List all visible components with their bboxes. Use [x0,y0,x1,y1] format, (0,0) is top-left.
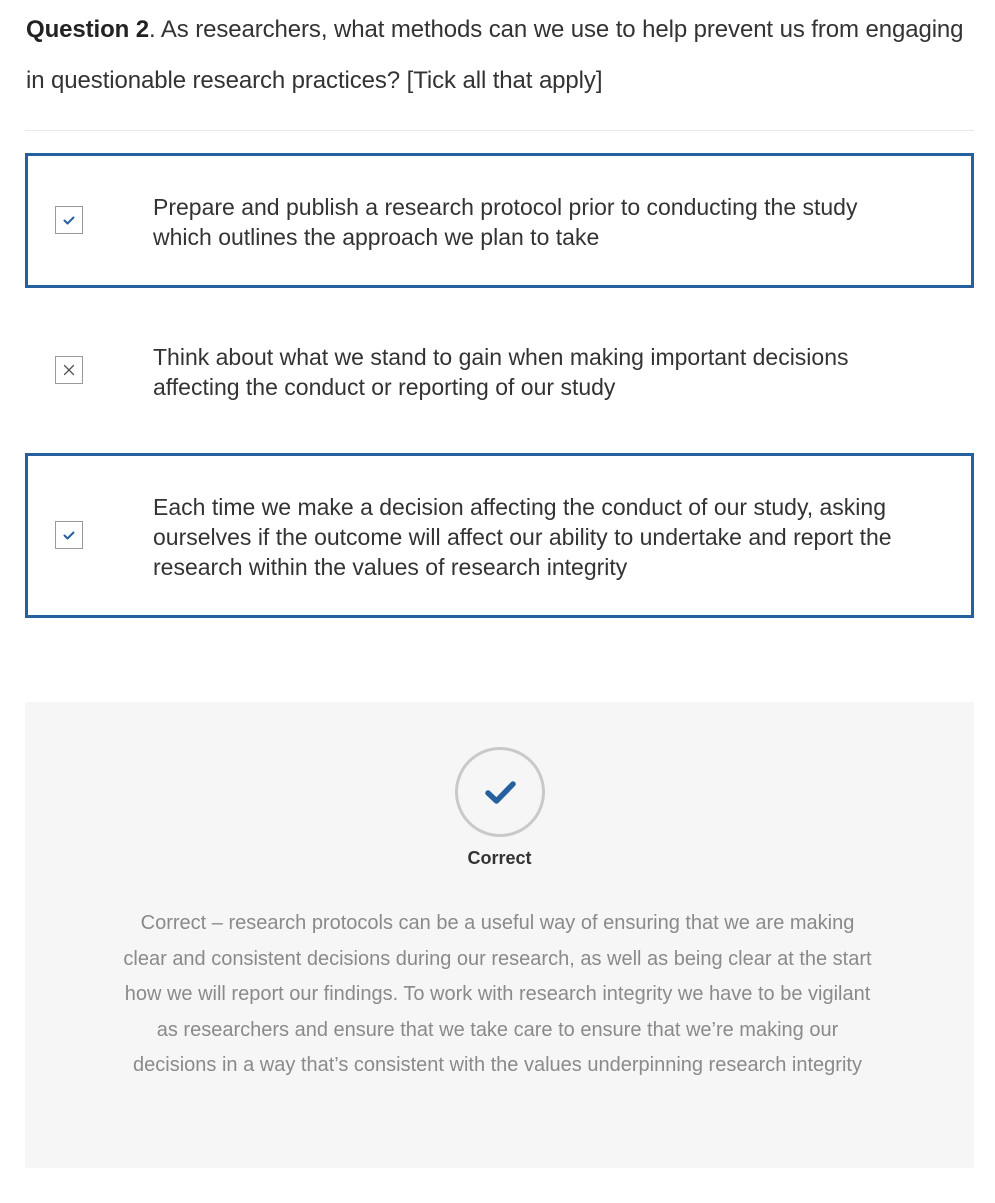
checkbox-unchecked[interactable] [55,356,83,384]
question-prompt: Question 2. As researchers, what methods… [26,4,966,106]
feedback-panel: Correct Correct – research protocols can… [25,702,974,1168]
checkmark-icon [485,781,516,804]
answer-option-3[interactable]: Each time we make a decision affecting t… [25,453,974,618]
divider [25,130,974,131]
answer-option-2[interactable]: Think about what we stand to gain when m… [25,303,974,438]
checkbox-checked[interactable] [55,206,83,234]
cross-icon [63,364,75,376]
answer-option-label: Each time we make a decision affecting t… [153,494,892,580]
feedback-status-label: Correct [467,848,532,868]
check-icon [63,531,75,540]
answer-option-label: Think about what we stand to gain when m… [153,344,849,400]
check-icon [63,216,75,225]
answer-option-1[interactable]: Prepare and publish a research protocol … [25,153,974,288]
question-number: Question 2 [26,16,150,43]
answer-option-label: Prepare and publish a research protocol … [153,194,858,250]
feedback-explanation: Correct – research protocols can be a us… [123,912,872,1076]
checkbox-checked[interactable] [55,521,83,549]
question-text: . As researchers, what methods can we us… [26,16,964,94]
feedback-status-circle [455,747,545,837]
